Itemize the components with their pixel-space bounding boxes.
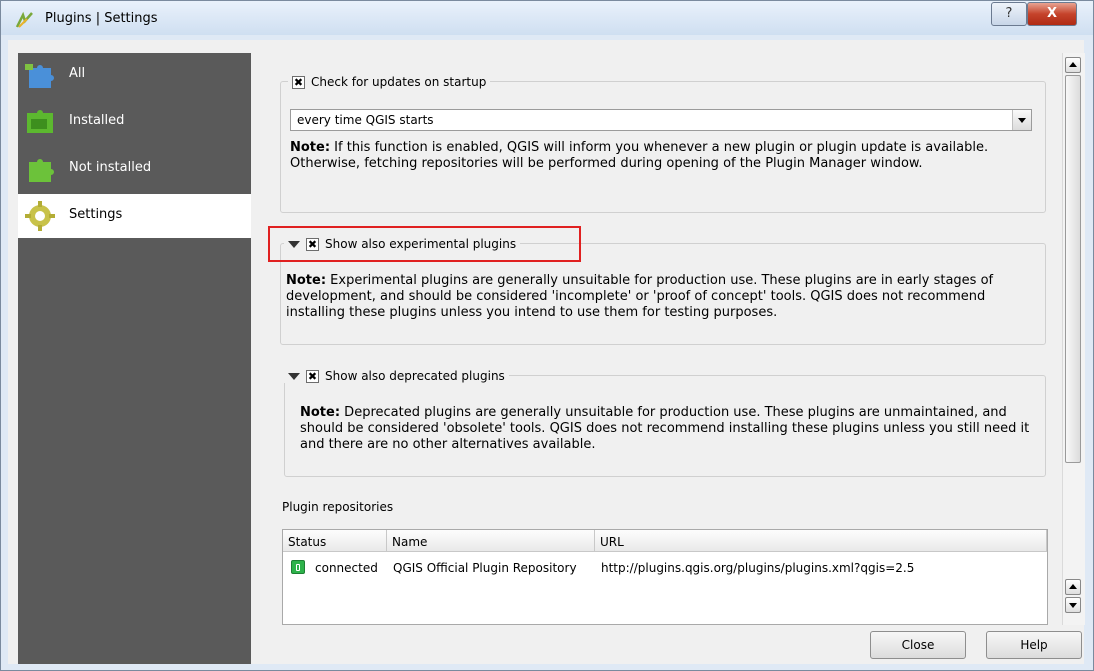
close-button[interactable]: Close xyxy=(870,631,966,659)
scroll-thumb[interactable] xyxy=(1065,75,1081,463)
note-bold: Note: xyxy=(290,140,331,155)
column-header-status[interactable]: Status xyxy=(283,530,387,552)
puzzle-installed-icon xyxy=(27,110,53,133)
window-title: Plugins | Settings xyxy=(45,11,158,26)
help-button[interactable]: Help xyxy=(986,631,1082,659)
check-updates-label: Check for updates on startup xyxy=(311,75,487,89)
title-close-button[interactable]: X xyxy=(1027,2,1077,26)
qgis-logo-icon xyxy=(15,11,33,28)
title-bar: Plugins | Settings ? X xyxy=(1,1,1093,35)
highlight-box xyxy=(268,226,581,262)
repositories-table[interactable]: Status Name URL connected QGIS Official … xyxy=(282,529,1048,625)
collapse-arrow-icon[interactable] xyxy=(288,372,300,380)
repo-name: QGIS Official Plugin Repository xyxy=(393,561,577,575)
sidebar-item-installed[interactable]: Installed xyxy=(18,100,251,144)
sidebar-item-label: Settings xyxy=(69,207,123,222)
puzzle-not-installed-icon xyxy=(29,159,54,182)
connected-status-icon xyxy=(291,560,305,574)
note-bold: Note: xyxy=(300,405,341,420)
title-help-button[interactable]: ? xyxy=(991,2,1027,26)
deprecated-label: Show also deprecated plugins xyxy=(325,369,505,383)
check-updates-checkbox[interactable]: ✖ xyxy=(292,75,305,89)
repo-url: http://plugins.qgis.org/plugins/plugins.… xyxy=(601,561,915,575)
sidebar-item-all[interactable]: All xyxy=(18,53,251,97)
deprecated-group-title: ✖ Show also deprecated plugins xyxy=(284,369,509,383)
puzzle-all-icon xyxy=(25,64,54,88)
column-header-name[interactable]: Name xyxy=(387,530,595,552)
scroll-up-button[interactable] xyxy=(1065,57,1081,73)
deprecated-checkbox[interactable]: ✖ xyxy=(306,369,319,383)
updates-group-title: ✖ Check for updates on startup xyxy=(288,75,491,89)
update-frequency-select[interactable]: every time QGIS starts xyxy=(290,109,1032,131)
sidebar-item-label: Installed xyxy=(69,113,125,128)
repo-status: connected xyxy=(315,561,378,575)
experimental-note: Note: Experimental plugins are generally… xyxy=(286,273,1038,321)
note-text: If this function is enabled, QGIS will i… xyxy=(290,140,989,171)
scroll-up-button-lower[interactable] xyxy=(1065,579,1081,595)
update-frequency-value: every time QGIS starts xyxy=(297,113,434,127)
sidebar: All Installed Not installed Settings xyxy=(18,53,251,664)
note-text: Deprecated plugins are generally unsuita… xyxy=(300,405,1030,452)
sidebar-item-settings[interactable]: Settings xyxy=(18,194,251,238)
scroll-down-button[interactable] xyxy=(1065,597,1081,613)
sidebar-item-label: All xyxy=(69,66,86,81)
updates-note: Note: If this function is enabled, QGIS … xyxy=(290,140,1038,172)
note-text: Experimental plugins are generally unsui… xyxy=(286,273,994,320)
chevron-down-icon xyxy=(1012,110,1031,130)
sidebar-item-label: Not installed xyxy=(69,160,152,175)
vertical-scrollbar[interactable] xyxy=(1062,53,1085,625)
gear-icon xyxy=(25,201,55,231)
deprecated-note: Note: Deprecated plugins are generally u… xyxy=(300,405,1038,453)
sidebar-item-not-installed[interactable]: Not installed xyxy=(18,147,251,191)
column-header-url[interactable]: URL xyxy=(595,530,1047,552)
plugin-repositories-label: Plugin repositories xyxy=(282,500,394,514)
note-bold: Note: xyxy=(286,273,327,288)
